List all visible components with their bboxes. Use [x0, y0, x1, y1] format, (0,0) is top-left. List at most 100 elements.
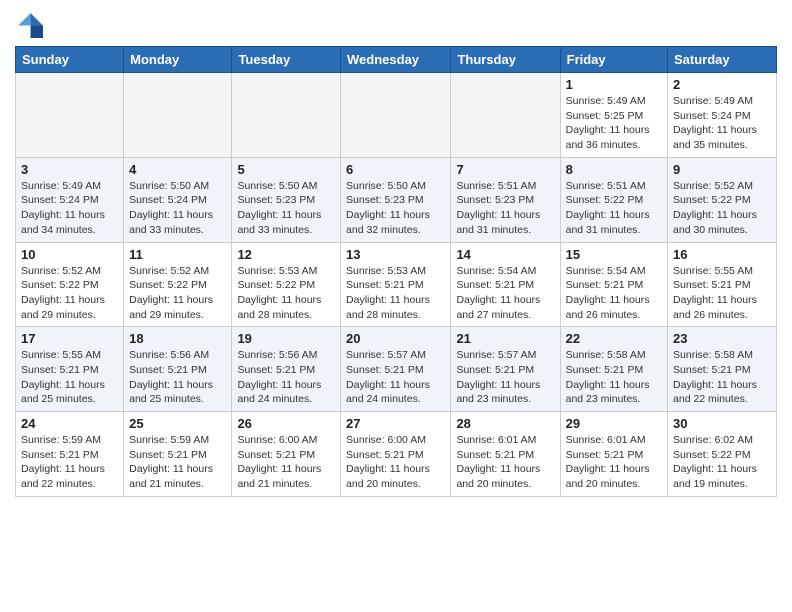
calendar-cell: 3 Sunrise: 5:49 AM Sunset: 5:24 PM Daylig… [16, 157, 124, 242]
weekday-row: SundayMondayTuesdayWednesdayThursdayFrid… [16, 47, 777, 73]
calendar-cell [451, 73, 560, 158]
calendar-cell: 29 Sunrise: 6:01 AM Sunset: 5:21 PM Dayli… [560, 412, 667, 497]
calendar-cell: 2 Sunrise: 5:49 AM Sunset: 5:24 PM Daylig… [668, 73, 777, 158]
calendar-cell: 26 Sunrise: 6:00 AM Sunset: 5:21 PM Dayli… [232, 412, 341, 497]
day-info: Sunrise: 5:51 AM Sunset: 5:22 PM Dayligh… [566, 179, 662, 238]
calendar-week-0: 1 Sunrise: 5:49 AM Sunset: 5:25 PM Daylig… [16, 73, 777, 158]
day-number: 12 [237, 247, 335, 262]
calendar-cell: 22Sunrise: 5:58 AM Sunset: 5:21 PM Dayli… [560, 327, 667, 412]
day-number: 25 [129, 416, 226, 431]
day-info: Sunrise: 5:59 AM Sunset: 5:21 PM Dayligh… [129, 433, 226, 492]
day-number: 28 [456, 416, 554, 431]
day-info: Sunrise: 5:55 AM Sunset: 5:21 PM Dayligh… [21, 348, 118, 407]
weekday-header-saturday: Saturday [668, 47, 777, 73]
day-number: 15 [566, 247, 662, 262]
day-info: Sunrise: 5:52 AM Sunset: 5:22 PM Dayligh… [129, 264, 226, 323]
calendar-cell: 18 Sunrise: 5:56 AM Sunset: 5:21 PM Dayli… [124, 327, 232, 412]
logo [15, 10, 47, 38]
day-info: Sunrise: 5:49 AM Sunset: 5:24 PM Dayligh… [21, 179, 118, 238]
day-number: 26 [237, 416, 335, 431]
day-number: 13 [346, 247, 445, 262]
day-number: 30 [673, 416, 771, 431]
weekday-header-sunday: Sunday [16, 47, 124, 73]
weekday-header-tuesday: Tuesday [232, 47, 341, 73]
calendar-cell [232, 73, 341, 158]
calendar-cell: 28 Sunrise: 6:01 AM Sunset: 5:21 PM Dayli… [451, 412, 560, 497]
calendar-cell: 14Sunrise: 5:54 AM Sunset: 5:21 PM Dayli… [451, 242, 560, 327]
weekday-header-monday: Monday [124, 47, 232, 73]
calendar-cell: 1 Sunrise: 5:49 AM Sunset: 5:25 PM Daylig… [560, 73, 667, 158]
calendar-cell: 6 Sunrise: 5:50 AM Sunset: 5:23 PM Daylig… [341, 157, 451, 242]
day-number: 17 [21, 331, 118, 346]
day-number: 14 [456, 247, 554, 262]
calendar-cell: 4 Sunrise: 5:50 AM Sunset: 5:24 PM Daylig… [124, 157, 232, 242]
day-info: Sunrise: 5:50 AM Sunset: 5:24 PM Dayligh… [129, 179, 226, 238]
day-number: 18 [129, 331, 226, 346]
calendar-cell: 27 Sunrise: 6:00 AM Sunset: 5:21 PM Dayli… [341, 412, 451, 497]
day-info: Sunrise: 5:49 AM Sunset: 5:24 PM Dayligh… [673, 94, 771, 153]
calendar-cell [16, 73, 124, 158]
calendar-cell: 19 Sunrise: 5:56 AM Sunset: 5:21 PM Dayli… [232, 327, 341, 412]
calendar-cell: 17 Sunrise: 5:55 AM Sunset: 5:21 PM Dayli… [16, 327, 124, 412]
page-container: SundayMondayTuesdayWednesdayThursdayFrid… [0, 0, 792, 507]
calendar-cell: 21 Sunrise: 5:57 AM Sunset: 5:21 PM Dayli… [451, 327, 560, 412]
day-info: Sunrise: 6:00 AM Sunset: 5:21 PM Dayligh… [237, 433, 335, 492]
calendar-cell: 5Sunrise: 5:50 AM Sunset: 5:23 PM Daylig… [232, 157, 341, 242]
calendar-week-4: 24 Sunrise: 5:59 AM Sunset: 5:21 PM Dayli… [16, 412, 777, 497]
calendar-cell: 9Sunrise: 5:52 AM Sunset: 5:22 PM Daylig… [668, 157, 777, 242]
day-number: 10 [21, 247, 118, 262]
day-number: 6 [346, 162, 445, 177]
day-info: Sunrise: 5:53 AM Sunset: 5:22 PM Dayligh… [237, 264, 335, 323]
calendar-cell [124, 73, 232, 158]
day-number: 21 [456, 331, 554, 346]
calendar-cell: 15 Sunrise: 5:54 AM Sunset: 5:21 PM Dayli… [560, 242, 667, 327]
day-number: 27 [346, 416, 445, 431]
day-number: 2 [673, 77, 771, 92]
calendar-week-2: 10 Sunrise: 5:52 AM Sunset: 5:22 PM Dayli… [16, 242, 777, 327]
day-number: 29 [566, 416, 662, 431]
day-info: Sunrise: 5:57 AM Sunset: 5:21 PM Dayligh… [346, 348, 445, 407]
calendar-cell: 7 Sunrise: 5:51 AM Sunset: 5:23 PM Daylig… [451, 157, 560, 242]
day-number: 20 [346, 331, 445, 346]
calendar-cell: 24Sunrise: 5:59 AM Sunset: 5:21 PM Dayli… [16, 412, 124, 497]
day-number: 19 [237, 331, 335, 346]
day-info: Sunrise: 5:52 AM Sunset: 5:22 PM Dayligh… [21, 264, 118, 323]
weekday-header-wednesday: Wednesday [341, 47, 451, 73]
day-info: Sunrise: 5:58 AM Sunset: 5:21 PM Dayligh… [673, 348, 771, 407]
day-info: Sunrise: 5:58 AM Sunset: 5:21 PM Dayligh… [566, 348, 662, 407]
calendar-cell: 8Sunrise: 5:51 AM Sunset: 5:22 PM Daylig… [560, 157, 667, 242]
day-info: Sunrise: 5:49 AM Sunset: 5:25 PM Dayligh… [566, 94, 662, 153]
day-number: 4 [129, 162, 226, 177]
day-info: Sunrise: 5:56 AM Sunset: 5:21 PM Dayligh… [129, 348, 226, 407]
day-info: Sunrise: 6:01 AM Sunset: 5:21 PM Dayligh… [456, 433, 554, 492]
day-info: Sunrise: 5:50 AM Sunset: 5:23 PM Dayligh… [346, 179, 445, 238]
calendar-cell: 16Sunrise: 5:55 AM Sunset: 5:21 PM Dayli… [668, 242, 777, 327]
calendar-table: SundayMondayTuesdayWednesdayThursdayFrid… [15, 46, 777, 497]
day-info: Sunrise: 6:00 AM Sunset: 5:21 PM Dayligh… [346, 433, 445, 492]
calendar-cell: 23Sunrise: 5:58 AM Sunset: 5:21 PM Dayli… [668, 327, 777, 412]
day-info: Sunrise: 6:01 AM Sunset: 5:21 PM Dayligh… [566, 433, 662, 492]
header [15, 10, 777, 38]
day-number: 1 [566, 77, 662, 92]
day-info: Sunrise: 5:54 AM Sunset: 5:21 PM Dayligh… [566, 264, 662, 323]
calendar-cell: 11 Sunrise: 5:52 AM Sunset: 5:22 PM Dayli… [124, 242, 232, 327]
day-info: Sunrise: 5:56 AM Sunset: 5:21 PM Dayligh… [237, 348, 335, 407]
day-info: Sunrise: 5:53 AM Sunset: 5:21 PM Dayligh… [346, 264, 445, 323]
calendar-week-1: 3 Sunrise: 5:49 AM Sunset: 5:24 PM Daylig… [16, 157, 777, 242]
day-info: Sunrise: 5:57 AM Sunset: 5:21 PM Dayligh… [456, 348, 554, 407]
calendar-cell: 20 Sunrise: 5:57 AM Sunset: 5:21 PM Dayli… [341, 327, 451, 412]
day-number: 3 [21, 162, 118, 177]
day-info: Sunrise: 6:02 AM Sunset: 5:22 PM Dayligh… [673, 433, 771, 492]
calendar-body: 1 Sunrise: 5:49 AM Sunset: 5:25 PM Daylig… [16, 73, 777, 497]
day-number: 7 [456, 162, 554, 177]
day-number: 5 [237, 162, 335, 177]
day-number: 9 [673, 162, 771, 177]
calendar-header: SundayMondayTuesdayWednesdayThursdayFrid… [16, 47, 777, 73]
weekday-header-thursday: Thursday [451, 47, 560, 73]
calendar-week-3: 17 Sunrise: 5:55 AM Sunset: 5:21 PM Dayli… [16, 327, 777, 412]
calendar-cell: 13 Sunrise: 5:53 AM Sunset: 5:21 PM Dayli… [341, 242, 451, 327]
day-info: Sunrise: 5:51 AM Sunset: 5:23 PM Dayligh… [456, 179, 554, 238]
day-number: 24 [21, 416, 118, 431]
logo-icon [15, 10, 43, 38]
day-number: 11 [129, 247, 226, 262]
